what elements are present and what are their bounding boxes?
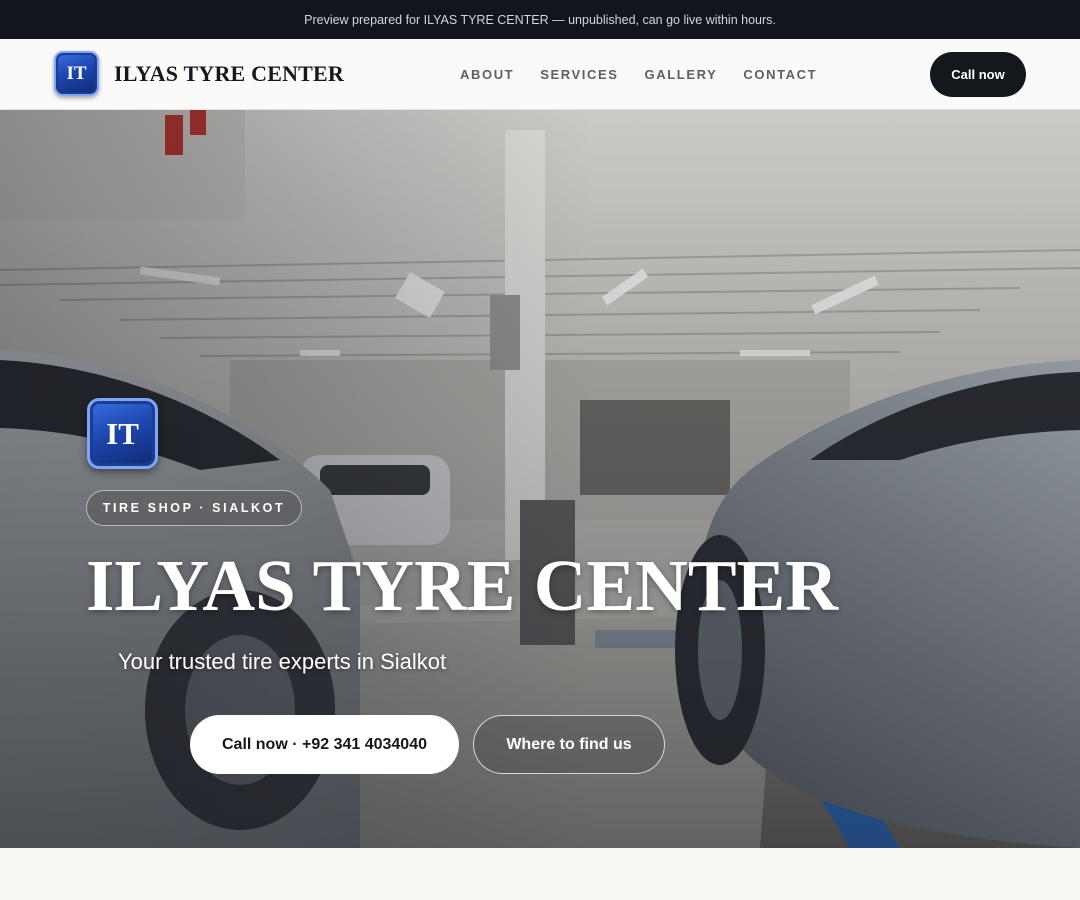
- brand-name: ILYAS TYRE CENTER: [114, 60, 345, 86]
- hero-title: ILYAS TYRE CENTER: [86, 545, 838, 626]
- preview-banner-text: Preview prepared for ILYAS TYRE CENTER —…: [304, 12, 776, 27]
- logo-initials: IT: [66, 62, 87, 84]
- where-to-find-us-button[interactable]: Where to find us: [473, 715, 665, 774]
- nav-link-about[interactable]: ABOUT: [460, 67, 514, 82]
- header-call-button[interactable]: Call now: [930, 52, 1026, 97]
- hero-section: IT TIRE SHOP · SIALKOT ILYAS TYRE CENTER…: [0, 110, 1080, 848]
- main-nav: ABOUT SERVICES GALLERY CONTACT: [460, 67, 817, 82]
- hero-tagline: Your trusted tire experts in Sialkot: [118, 649, 447, 674]
- preview-banner: Preview prepared for ILYAS TYRE CENTER —…: [0, 0, 1080, 39]
- brand[interactable]: IT ILYAS TYRE CENTER: [54, 51, 344, 96]
- logo-badge: IT: [54, 51, 99, 96]
- site-header: IT ILYAS TYRE CENTER ABOUT SERVICES GALL…: [0, 39, 1080, 110]
- nav-link-gallery[interactable]: GALLERY: [645, 67, 718, 82]
- call-now-phone-button[interactable]: Call now · +92 341 4034040: [190, 715, 459, 774]
- nav-link-services[interactable]: SERVICES: [540, 67, 618, 82]
- nav-link-contact[interactable]: CONTACT: [743, 67, 817, 82]
- hero-logo-initials: IT: [106, 415, 139, 451]
- category-location-pill: TIRE SHOP · SIALKOT: [86, 490, 302, 526]
- next-section-start: [0, 848, 1080, 900]
- hero-logo-badge: IT: [87, 398, 158, 469]
